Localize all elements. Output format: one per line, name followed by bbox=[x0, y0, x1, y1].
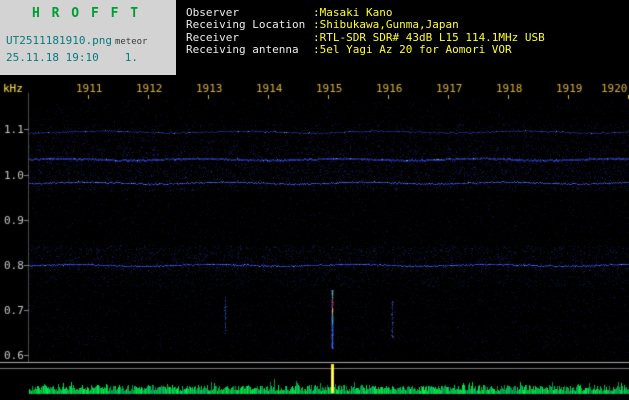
spectrogram-panel bbox=[0, 75, 629, 400]
info-value: :RTL-SDR SDR# 43dB L15 114.1MHz USB bbox=[313, 30, 545, 44]
info-value: :Masaki Kano bbox=[313, 6, 393, 19]
spectrogram-canvas bbox=[0, 75, 629, 400]
header: H R O F F T UT2511181910.png meteor 25.11… bbox=[0, 0, 629, 75]
observer-info-panel: Observer:Masaki Kano Receiving Location:… bbox=[176, 0, 629, 75]
hrofft-output-window: H R O F F T UT2511181910.png meteor 25.11… bbox=[0, 0, 629, 400]
sequence-number: 1. bbox=[124, 51, 138, 64]
station-name: meteor bbox=[114, 37, 148, 47]
output-filename: UT2511181910.png bbox=[6, 34, 112, 47]
info-label: Receiving antenna bbox=[186, 43, 299, 57]
file-line: UT2511181910.png meteor bbox=[6, 29, 174, 48]
header-left-panel: H R O F F T UT2511181910.png meteor 25.11… bbox=[0, 0, 176, 75]
info-value: :5el Yagi Az 20 for Aomori VOR bbox=[313, 43, 512, 57]
info-label: Receiving Location bbox=[186, 18, 306, 32]
date-line: 25.11.18 19:10 1. bbox=[6, 51, 174, 64]
info-row-antenna: Receiving antenna :5el Yagi Az 20 for Aom… bbox=[186, 43, 629, 57]
app-title: H R O F F T bbox=[32, 6, 141, 21]
datetime: 25.11.18 19:10 bbox=[6, 51, 99, 64]
info-value: :Shibukawa,Gunma,Japan bbox=[313, 18, 459, 32]
